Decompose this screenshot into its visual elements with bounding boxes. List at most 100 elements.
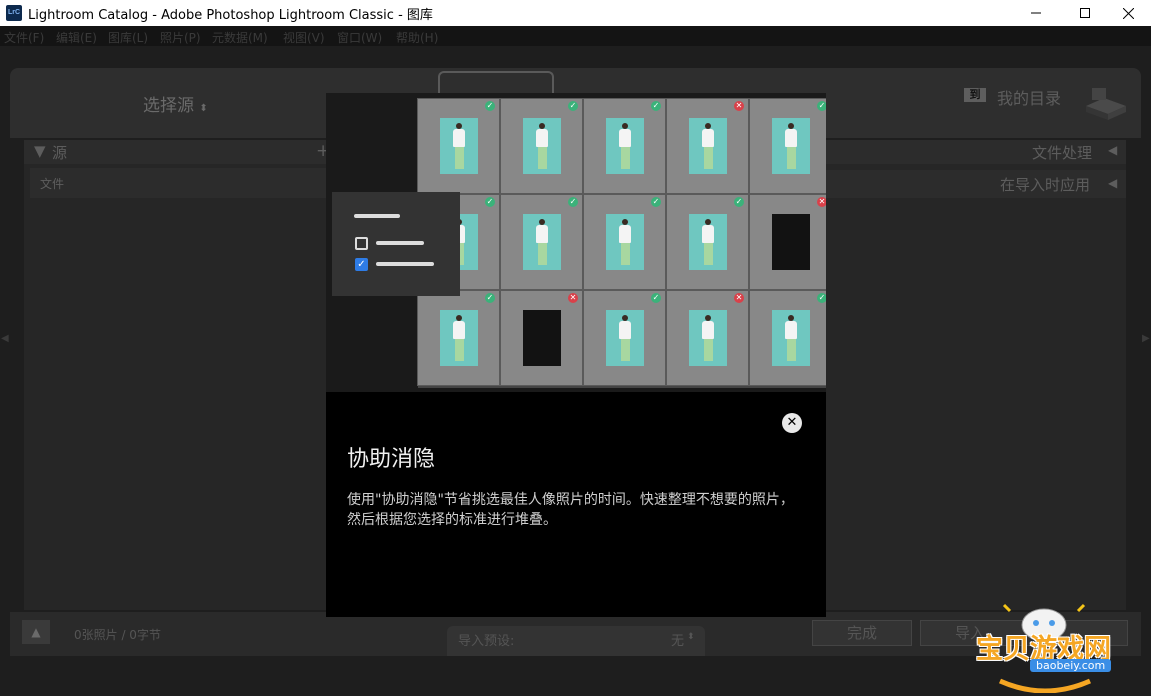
figure-legs (703, 147, 713, 169)
lightroom-app-icon: LrC (6, 5, 22, 21)
minimize-icon (1031, 12, 1041, 14)
photo-thumbnail: ✓ (417, 290, 500, 386)
menu-help[interactable]: 帮助(H) (396, 29, 438, 46)
dialog-close-button[interactable]: ✕ (782, 413, 802, 433)
close-icon: ✕ (786, 415, 798, 430)
figure-torso (785, 129, 797, 147)
watermark-logo: 宝贝游戏网 baobeiy.com (970, 603, 1150, 693)
title-bar: LrC Lightroom Catalog - Adobe Photoshop … (0, 0, 1151, 26)
hard-drive-icon (1086, 88, 1126, 120)
person-figure (532, 214, 552, 270)
photo-image (523, 310, 561, 366)
photo-image (689, 118, 727, 174)
figure-legs (454, 339, 464, 361)
minimize-button[interactable] (1013, 0, 1059, 26)
pick-flag-icon: ✓ (485, 293, 495, 303)
photo-image (772, 214, 810, 270)
photo-thumbnail: ✕ (666, 290, 749, 386)
apply-on-import-header[interactable]: 在导入时应用 ◀ (826, 170, 1126, 198)
pick-flag-icon: ✓ (651, 293, 661, 303)
menu-photo[interactable]: 照片(P) (160, 29, 201, 46)
photo-image (606, 118, 644, 174)
window-title: Lightroom Catalog - Adobe Photoshop Ligh… (28, 8, 433, 23)
figure-torso (702, 129, 714, 147)
photo-image (772, 310, 810, 366)
dialog-description: 使用"协助消隐"节省挑选最佳人像照片的时间。快速整理不想要的照片，然后根据您选择… (347, 492, 794, 528)
expand-triangle-icon: ◀ (1108, 176, 1118, 190)
photo-thumbnail: ✕ (749, 194, 826, 290)
maximize-button[interactable] (1062, 0, 1108, 26)
dropdown-arrows-icon: ⬍ (687, 632, 695, 642)
select-source-dropdown[interactable]: 选择源 ⬍ (143, 91, 208, 116)
expand-triangle-icon: ◀ (1108, 143, 1118, 157)
menu-file[interactable]: 文件(F) (4, 29, 44, 46)
apply-on-import-label: 在导入时应用 (1000, 176, 1091, 194)
close-icon (1122, 7, 1134, 19)
file-handling-label: 文件处理 (1032, 144, 1093, 162)
filter-option-bar (376, 262, 434, 266)
figure-torso (536, 129, 548, 147)
filter-options-illustration: ✓ (332, 192, 460, 296)
menu-library[interactable]: 图库(L) (108, 29, 148, 46)
dropdown-arrows-icon: ⬍ (199, 103, 208, 114)
unchecked-box-icon (355, 237, 368, 250)
checked-box-icon: ✓ (355, 258, 368, 271)
catalog-label[interactable]: 我的目录 (997, 85, 1061, 109)
figure-legs (786, 339, 796, 361)
person-figure (615, 310, 635, 366)
source-section-header[interactable]: ▼ 源 + (24, 140, 334, 164)
photo-thumbnail: ✓ (500, 98, 583, 194)
person-figure (615, 118, 635, 174)
close-window-button[interactable] (1105, 0, 1151, 26)
photo-thumbnail: ✓ (500, 194, 583, 290)
reject-flag-icon: ✕ (568, 293, 578, 303)
menu-view[interactable]: 视图(V) (283, 29, 325, 46)
figure-torso (702, 321, 714, 339)
maximize-icon (1080, 8, 1090, 18)
reject-flag-icon: ✕ (734, 101, 744, 111)
pick-flag-icon: ✓ (485, 197, 495, 207)
photo-thumbnail: ✓ (749, 290, 826, 386)
photo-thumbnail: ✕ (666, 98, 749, 194)
pick-flag-icon: ✓ (817, 101, 826, 111)
photo-image (440, 118, 478, 174)
photo-image (606, 310, 644, 366)
figure-torso (453, 321, 465, 339)
photo-image (523, 214, 561, 270)
file-handling-header[interactable]: 文件处理 ◀ (826, 140, 1126, 164)
photo-thumbnail: ✓ (417, 98, 500, 194)
person-figure (698, 118, 718, 174)
collapse-triangle-icon: ▼ (34, 142, 46, 160)
person-figure (615, 214, 635, 270)
figure-legs (454, 147, 464, 169)
person-figure (532, 118, 552, 174)
import-preset-label: 导入预设: (458, 634, 515, 649)
dialog-title: 协助消隐 (347, 447, 436, 472)
right-panel-toggle-icon[interactable]: ▶ (1142, 333, 1150, 344)
pick-flag-icon: ✓ (817, 293, 826, 303)
figure-torso (702, 225, 714, 243)
left-panel-toggle-icon[interactable]: ◀ (1, 333, 9, 344)
pick-flag-icon: ✓ (651, 101, 661, 111)
done-button[interactable]: 完成 (812, 620, 912, 646)
import-preset-selector[interactable]: 导入预设: 无 ⬍ (447, 626, 705, 656)
menu-window[interactable]: 窗口(W) (337, 29, 382, 46)
watermark-url: baobeiy.com (1030, 659, 1112, 672)
photo-count: 0张照片 / 0字节 (74, 628, 161, 642)
person-figure (449, 310, 469, 366)
photo-image (689, 310, 727, 366)
import-preset-value: 无 (671, 634, 685, 649)
person-figure (698, 310, 718, 366)
source-item-files[interactable]: 文件 (30, 168, 334, 198)
figure-torso (536, 225, 548, 243)
person-figure (781, 310, 801, 366)
figure-legs (537, 243, 547, 265)
photo-thumbnail: ✕ (500, 290, 583, 386)
menu-edit[interactable]: 编辑(E) (56, 29, 97, 46)
expand-up-button[interactable]: ▲ (22, 620, 50, 644)
pick-flag-icon: ✓ (568, 197, 578, 207)
figure-torso (619, 321, 631, 339)
to-label: 到 (964, 88, 986, 102)
figure-torso (785, 321, 797, 339)
menu-metadata[interactable]: 元数据(M) (212, 29, 268, 46)
